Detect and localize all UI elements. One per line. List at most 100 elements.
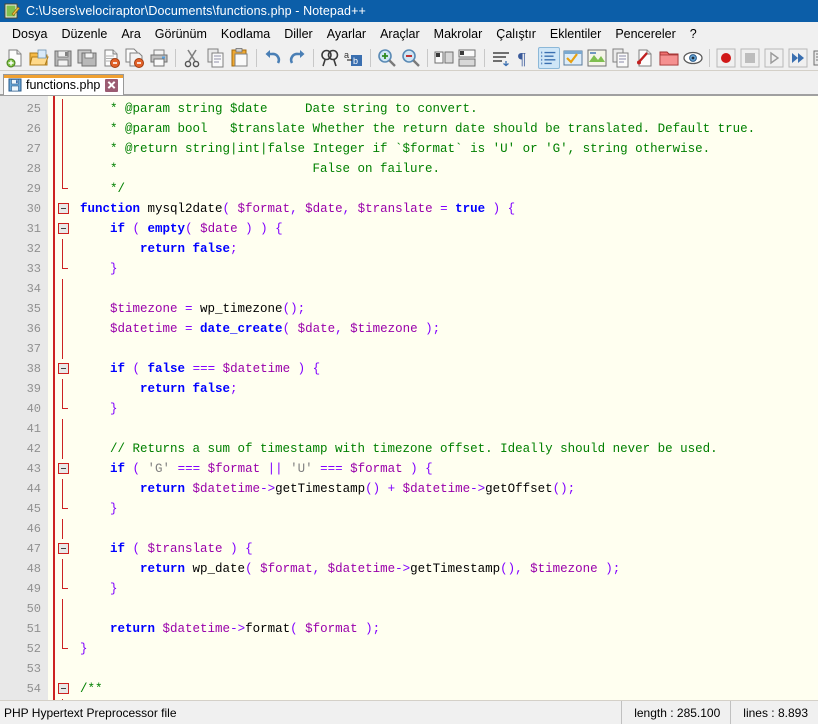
code-line: } — [74, 499, 818, 519]
menu-item-duzenle[interactable]: Düzenle — [54, 24, 114, 44]
find-icon[interactable] — [319, 47, 341, 69]
fold-line — [62, 99, 63, 119]
fold-cell — [48, 419, 74, 439]
line-number: 38 — [26, 362, 41, 376]
new-file-icon[interactable] — [4, 47, 26, 69]
fold-line — [62, 439, 63, 459]
code-token: ( — [125, 362, 148, 376]
monitoring-icon[interactable] — [682, 47, 704, 69]
menu-item-makrolar[interactable]: Makrolar — [427, 24, 490, 44]
play-macro-icon[interactable] — [763, 47, 785, 69]
zoom-in-icon[interactable] — [376, 47, 398, 69]
stop-recording-icon[interactable] — [739, 47, 761, 69]
tab-functions-php[interactable]: functions.php — [3, 74, 125, 95]
sync-vertical-scroll-icon[interactable] — [433, 47, 455, 69]
line-number: 52 — [26, 642, 41, 656]
fold-collapse-icon[interactable] — [58, 363, 69, 374]
status-length: length : 285.100 — [621, 701, 730, 724]
fold-cell[interactable] — [48, 679, 74, 699]
code-token: () + — [365, 482, 403, 496]
code-token: ( — [222, 202, 238, 216]
print-icon[interactable] — [148, 47, 170, 69]
cut-icon[interactable] — [181, 47, 203, 69]
close-tab-icon[interactable] — [105, 78, 119, 92]
copy-icon[interactable] — [205, 47, 227, 69]
function-list-icon[interactable] — [610, 47, 632, 69]
menu-item-pencereler[interactable]: Pencereler — [608, 24, 682, 44]
fold-cell — [48, 439, 74, 459]
line-number: 45 — [26, 502, 41, 516]
editor-area[interactable]: 25 26 27 28 29 30 31 32 33 34 35 36 37 38 39 40 41 42 43 44… — [0, 95, 818, 700]
toolbar-separator — [370, 48, 371, 67]
code-line: return false; — [74, 379, 818, 399]
fold-cell[interactable] — [48, 359, 74, 379]
code-token: ; — [230, 242, 238, 256]
fold-collapse-icon[interactable] — [58, 203, 69, 214]
zoom-out-icon[interactable] — [400, 47, 422, 69]
menu-item-gorunum[interactable]: Görünüm — [148, 24, 214, 44]
code-line: $datetime = date_create( $date, $timezon… — [74, 319, 818, 339]
fold-collapse-icon[interactable] — [58, 463, 69, 474]
save-icon[interactable] — [52, 47, 74, 69]
menu-item-diller[interactable]: Diller — [277, 24, 319, 44]
run-macro-multiple-icon[interactable] — [787, 47, 809, 69]
close-all-files-icon[interactable] — [124, 47, 146, 69]
paste-icon[interactable] — [229, 47, 251, 69]
code-token: $timezone — [530, 562, 598, 576]
record-macro-icon[interactable] — [715, 47, 737, 69]
fold-cell[interactable] — [48, 219, 74, 239]
code-token: $timezone — [110, 302, 178, 316]
fold-margin[interactable] — [48, 96, 74, 700]
fold-collapse-icon[interactable] — [58, 683, 69, 694]
save-blue-icon — [8, 78, 22, 92]
menu-item-kodlama[interactable]: Kodlama — [214, 24, 277, 44]
menu-item-eklentiler[interactable]: Eklentiler — [543, 24, 608, 44]
fold-cell — [48, 639, 74, 659]
fold-line — [62, 339, 63, 359]
fold-cell — [48, 339, 74, 359]
menu-item-araclar[interactable]: Araçlar — [373, 24, 427, 44]
fold-cell[interactable] — [48, 199, 74, 219]
sync-horizontal-scroll-icon[interactable] — [457, 47, 479, 69]
undo-icon[interactable] — [262, 47, 284, 69]
notepad-plus-plus-window: C:\Users\velociraptor\Documents\function… — [0, 0, 818, 724]
menu-item-calistir[interactable]: Çalıştır — [489, 24, 543, 44]
line-number: 48 — [26, 562, 41, 576]
document-switcher-icon[interactable] — [634, 47, 656, 69]
fold-end-marker — [62, 399, 68, 409]
menu-item-help[interactable]: ? — [683, 24, 704, 44]
code-token: // Returns a sum of timestamp with timez… — [80, 442, 718, 456]
redo-icon[interactable] — [286, 47, 308, 69]
fold-collapse-icon[interactable] — [58, 223, 69, 234]
menu-item-dosya[interactable]: Dosya — [5, 24, 54, 44]
document-map-icon[interactable] — [586, 47, 608, 69]
show-all-characters-icon[interactable]: ¶ — [514, 47, 536, 69]
folder-as-workspace-icon[interactable] — [658, 47, 680, 69]
close-file-icon[interactable] — [100, 47, 122, 69]
fold-cell — [48, 139, 74, 159]
replace-icon[interactable]: ab — [343, 47, 365, 69]
notepad-plus-plus-icon — [4, 3, 20, 19]
fold-cell — [48, 239, 74, 259]
fold-end-marker — [62, 179, 68, 189]
code-token: $format — [350, 462, 403, 476]
code-token: return — [140, 562, 186, 576]
fold-cell[interactable] — [48, 459, 74, 479]
user-defined-language-icon[interactable] — [562, 47, 584, 69]
menu-item-ayarlar[interactable]: Ayarlar — [320, 24, 373, 44]
code-token: } — [80, 642, 88, 656]
menu-item-ara[interactable]: Ara — [114, 24, 147, 44]
show-indent-guide-icon[interactable] — [538, 46, 560, 69]
save-all-icon[interactable] — [76, 47, 98, 69]
fold-collapse-icon[interactable] — [58, 543, 69, 554]
open-file-icon[interactable] — [28, 47, 50, 69]
word-wrap-icon[interactable] — [490, 47, 512, 69]
code-token: $datetime — [327, 562, 396, 576]
fold-cell[interactable] — [48, 539, 74, 559]
save-macro-icon[interactable] — [811, 47, 818, 69]
code-text[interactable]: * @param string $date Date string to con… — [74, 96, 818, 700]
